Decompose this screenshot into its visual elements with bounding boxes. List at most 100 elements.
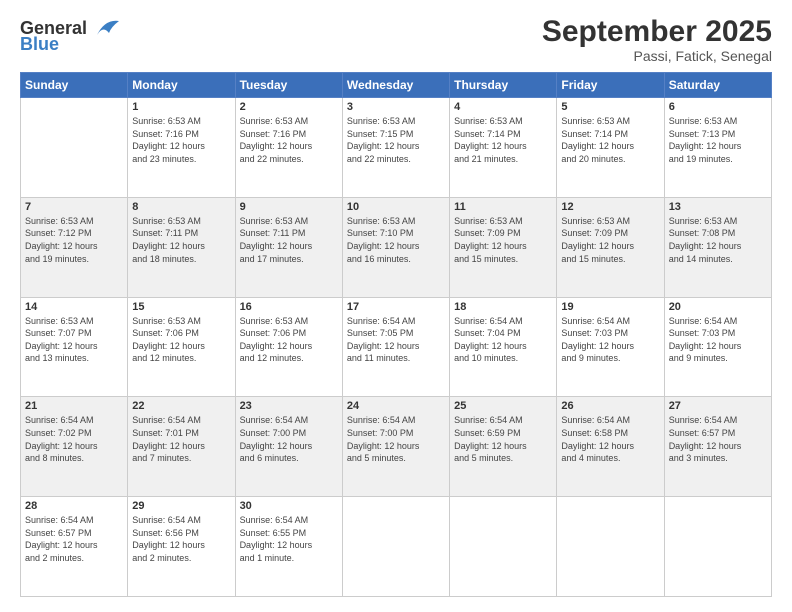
cell-date-number: 3: [347, 101, 445, 113]
cell-info-text: Sunrise: 6:54 AMSunset: 6:57 PMDaylight:…: [669, 414, 767, 464]
cell-date-number: 25: [454, 400, 552, 412]
table-row: 29Sunrise: 6:54 AMSunset: 6:56 PMDayligh…: [128, 497, 235, 597]
cell-info-text: Sunrise: 6:53 AMSunset: 7:11 PMDaylight:…: [240, 215, 338, 265]
calendar-table: Sunday Monday Tuesday Wednesday Thursday…: [20, 72, 772, 597]
cell-info-text: Sunrise: 6:53 AMSunset: 7:16 PMDaylight:…: [132, 115, 230, 165]
table-row: 11 Sunrise: 6:53 AMSunset: 7:09 PMDayligh…: [450, 197, 557, 297]
table-row: 10Sunrise: 6:53 AMSunset: 7:10 PMDayligh…: [342, 197, 449, 297]
table-row: 19 Sunrise: 6:54 AMSunset: 7:03 PMDayligh…: [557, 297, 664, 397]
logo-text-blue: Blue: [20, 35, 59, 55]
col-saturday: Saturday: [664, 73, 771, 98]
cell-date-number: 30: [240, 500, 338, 512]
logo: General Blue: [20, 19, 121, 55]
table-row: 22 Sunrise: 6:54 AMSunset: 7:01 PMDayligh…: [128, 397, 235, 497]
calendar-title: September 2025: [542, 15, 772, 48]
cell-date-number: 2: [240, 101, 338, 113]
calendar-subtitle: Passi, Fatick, Senegal: [542, 48, 772, 64]
cell-date-number: 5: [561, 101, 659, 113]
cell-date-number: 4: [454, 101, 552, 113]
cell-date-number: 11: [454, 201, 552, 213]
cell-date-number: 13: [669, 201, 767, 213]
cell-date-number: 7: [25, 201, 123, 213]
col-monday: Monday: [128, 73, 235, 98]
cell-info-text: Sunrise: 6:53 AMSunset: 7:09 PMDaylight:…: [454, 215, 552, 265]
cell-date-number: 14: [25, 301, 123, 313]
cell-date-number: 9: [240, 201, 338, 213]
table-row: 12Sunrise: 6:53 AMSunset: 7:09 PMDayligh…: [557, 197, 664, 297]
table-row: [664, 497, 771, 597]
table-row: 20 Sunrise: 6:54 AMSunset: 7:03 PMDayligh…: [664, 297, 771, 397]
cell-info-text: Sunrise: 6:53 AMSunset: 7:09 PMDaylight:…: [561, 215, 659, 265]
table-row: 13 Sunrise: 6:53 AMSunset: 7:08 PMDayligh…: [664, 197, 771, 297]
table-row: 26 Sunrise: 6:54 AMSunset: 6:58 PMDayligh…: [557, 397, 664, 497]
calendar-week-row: 28Sunrise: 6:54 AMSunset: 6:57 PMDayligh…: [21, 497, 772, 597]
calendar-week-row: 21 Sunrise: 6:54 AMSunset: 7:02 PMDayligh…: [21, 397, 772, 497]
cell-info-text: Sunrise: 6:54 AMSunset: 7:03 PMDaylight:…: [669, 315, 767, 365]
table-row: 8Sunrise: 6:53 AMSunset: 7:11 PMDaylight…: [128, 197, 235, 297]
cell-info-text: Sunrise: 6:54 AMSunset: 7:03 PMDaylight:…: [561, 315, 659, 365]
cell-date-number: 23: [240, 400, 338, 412]
cell-info-text: Sunrise: 6:54 AMSunset: 7:00 PMDaylight:…: [240, 414, 338, 464]
table-row: 14Sunrise: 6:53 AMSunset: 7:07 PMDayligh…: [21, 297, 128, 397]
cell-date-number: 10: [347, 201, 445, 213]
calendar-header-row: Sunday Monday Tuesday Wednesday Thursday…: [21, 73, 772, 98]
cell-info-text: Sunrise: 6:53 AMSunset: 7:14 PMDaylight:…: [561, 115, 659, 165]
cell-info-text: Sunrise: 6:53 AMSunset: 7:08 PMDaylight:…: [669, 215, 767, 265]
cell-date-number: 18: [454, 301, 552, 313]
cell-info-text: Sunrise: 6:53 AMSunset: 7:16 PMDaylight:…: [240, 115, 338, 165]
cell-info-text: Sunrise: 6:53 AMSunset: 7:15 PMDaylight:…: [347, 115, 445, 165]
table-row: 21 Sunrise: 6:54 AMSunset: 7:02 PMDayligh…: [21, 397, 128, 497]
table-row: 30Sunrise: 6:54 AMSunset: 6:55 PMDayligh…: [235, 497, 342, 597]
cell-info-text: Sunrise: 6:54 AMSunset: 6:56 PMDaylight:…: [132, 514, 230, 564]
calendar-week-row: 7 Sunrise: 6:53 AMSunset: 7:12 PMDaylight…: [21, 197, 772, 297]
table-row: 24 Sunrise: 6:54 AMSunset: 7:00 PMDayligh…: [342, 397, 449, 497]
cell-date-number: 24: [347, 400, 445, 412]
cell-info-text: Sunrise: 6:54 AMSunset: 6:58 PMDaylight:…: [561, 414, 659, 464]
table-row: 2 Sunrise: 6:53 AMSunset: 7:16 PMDaylight…: [235, 98, 342, 198]
table-row: 9 Sunrise: 6:53 AMSunset: 7:11 PMDaylight…: [235, 197, 342, 297]
table-row: [21, 98, 128, 198]
cell-info-text: Sunrise: 6:54 AMSunset: 7:02 PMDaylight:…: [25, 414, 123, 464]
table-row: 1 Sunrise: 6:53 AMSunset: 7:16 PMDaylight…: [128, 98, 235, 198]
cell-date-number: 28: [25, 500, 123, 512]
cell-date-number: 22: [132, 400, 230, 412]
cell-date-number: 20: [669, 301, 767, 313]
cell-info-text: Sunrise: 6:53 AMSunset: 7:14 PMDaylight:…: [454, 115, 552, 165]
cell-info-text: Sunrise: 6:53 AMSunset: 7:06 PMDaylight:…: [132, 315, 230, 365]
cell-info-text: Sunrise: 6:54 AMSunset: 7:00 PMDaylight:…: [347, 414, 445, 464]
col-thursday: Thursday: [450, 73, 557, 98]
table-row: 16Sunrise: 6:53 AMSunset: 7:06 PMDayligh…: [235, 297, 342, 397]
cell-date-number: 21: [25, 400, 123, 412]
table-row: 28Sunrise: 6:54 AMSunset: 6:57 PMDayligh…: [21, 497, 128, 597]
table-row: [450, 497, 557, 597]
cell-date-number: 26: [561, 400, 659, 412]
col-sunday: Sunday: [21, 73, 128, 98]
table-row: 23 Sunrise: 6:54 AMSunset: 7:00 PMDayligh…: [235, 397, 342, 497]
cell-date-number: 15: [132, 301, 230, 313]
cell-info-text: Sunrise: 6:53 AMSunset: 7:12 PMDaylight:…: [25, 215, 123, 265]
table-row: [342, 497, 449, 597]
cell-info-text: Sunrise: 6:54 AMSunset: 7:05 PMDaylight:…: [347, 315, 445, 365]
calendar-week-row: 14Sunrise: 6:53 AMSunset: 7:07 PMDayligh…: [21, 297, 772, 397]
cell-info-text: Sunrise: 6:54 AMSunset: 7:01 PMDaylight:…: [132, 414, 230, 464]
cell-date-number: 1: [132, 101, 230, 113]
table-row: 27 Sunrise: 6:54 AMSunset: 6:57 PMDayligh…: [664, 397, 771, 497]
table-row: 5 Sunrise: 6:53 AMSunset: 7:14 PMDaylight…: [557, 98, 664, 198]
cell-info-text: Sunrise: 6:54 AMSunset: 7:04 PMDaylight:…: [454, 315, 552, 365]
cell-info-text: Sunrise: 6:53 AMSunset: 7:06 PMDaylight:…: [240, 315, 338, 365]
cell-info-text: Sunrise: 6:54 AMSunset: 6:59 PMDaylight:…: [454, 414, 552, 464]
logo-bird-icon: [89, 17, 121, 39]
cell-date-number: 27: [669, 400, 767, 412]
table-row: 15 Sunrise: 6:53 AMSunset: 7:06 PMDayligh…: [128, 297, 235, 397]
cell-date-number: 6: [669, 101, 767, 113]
page: General Blue September 2025 Passi, Fatic…: [0, 0, 792, 612]
table-row: 25 Sunrise: 6:54 AMSunset: 6:59 PMDayligh…: [450, 397, 557, 497]
table-row: 4 Sunrise: 6:53 AMSunset: 7:14 PMDaylight…: [450, 98, 557, 198]
table-row: 3 Sunrise: 6:53 AMSunset: 7:15 PMDaylight…: [342, 98, 449, 198]
title-block: September 2025 Passi, Fatick, Senegal: [542, 15, 772, 64]
cell-date-number: 19: [561, 301, 659, 313]
cell-info-text: Sunrise: 6:53 AMSunset: 7:13 PMDaylight:…: [669, 115, 767, 165]
col-tuesday: Tuesday: [235, 73, 342, 98]
table-row: [557, 497, 664, 597]
header: General Blue September 2025 Passi, Fatic…: [20, 15, 772, 64]
